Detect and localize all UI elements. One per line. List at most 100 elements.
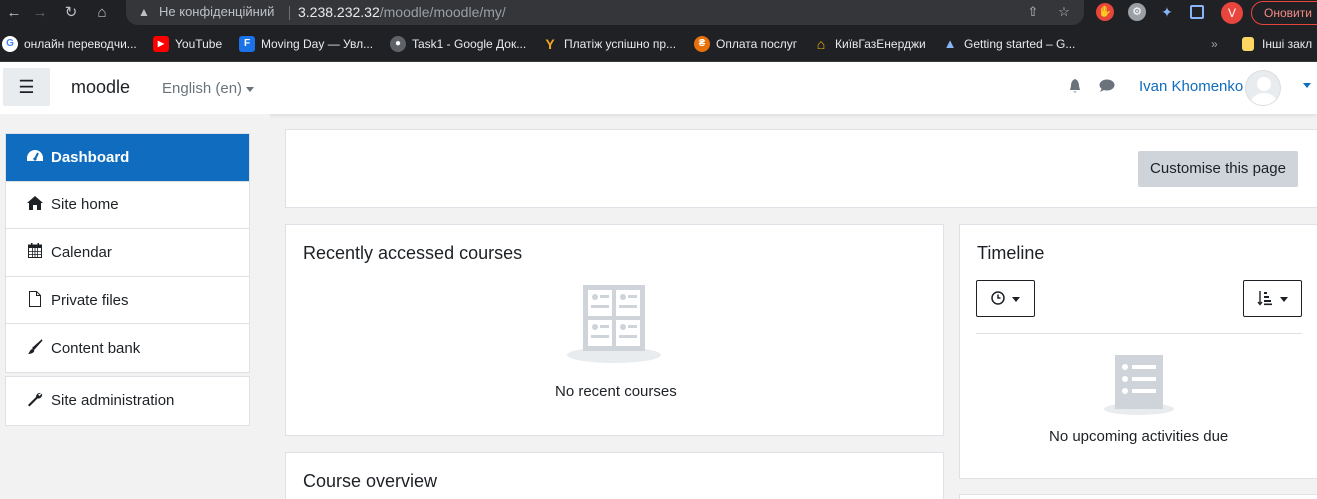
sidebar-item-dashboard[interactable]: Dashboard: [6, 134, 249, 182]
courses-empty-icon: [566, 283, 666, 370]
language-menu[interactable]: English (en): [162, 80, 255, 97]
folder-icon: [1242, 37, 1254, 51]
dashboard-icon: [26, 149, 44, 165]
y-logo-icon: Y: [545, 36, 555, 52]
drawer-toggle-button[interactable]: ☰: [3, 68, 50, 106]
bell-icon[interactable]: [1066, 79, 1084, 97]
timeline-divider: [976, 333, 1302, 334]
browser-toolbar: ← → ↻ ⌂ ▲ Не конфіденційний 3.238.232.32…: [0, 0, 1317, 26]
youtube-icon: ▶: [153, 36, 169, 52]
moodle-navbar: ☰ moodle English (en) Ivan Khomenko: [0, 62, 1317, 114]
bookmark-label: Moving Day — Увл...: [261, 37, 374, 51]
bookmark-label: онлайн переводчи...: [24, 37, 137, 51]
home-icon: [26, 196, 44, 213]
course-overview-block: Course overview: [285, 452, 944, 499]
not-secure-label[interactable]: Не конфіденційний: [159, 4, 274, 19]
back-icon[interactable]: ←: [4, 3, 24, 23]
sidebar-item-private-files[interactable]: Private files: [6, 277, 249, 325]
bookmarks-overflow-icon[interactable]: »: [1211, 34, 1218, 54]
sidebar-item-calendar[interactable]: Calendar: [6, 229, 249, 277]
bookmark-item[interactable]: G онлайн переводчи...: [2, 34, 137, 54]
chevron-down-icon: [1280, 296, 1289, 302]
course-overview-title: Course overview: [303, 471, 438, 491]
no-upcoming-activities-text: No upcoming activities due: [1049, 428, 1229, 445]
address-bar[interactable]: ▲ Не конфіденційний 3.238.232.32/moodle/…: [126, 0, 1084, 25]
timeline-filter-dropdown[interactable]: [976, 280, 1035, 317]
calendar-block-edge: [959, 494, 1317, 499]
file-icon: [26, 290, 44, 310]
sidebar-item-site-home[interactable]: Site home: [6, 182, 249, 230]
recent-courses-title: Recently accessed courses: [303, 243, 523, 263]
sidebar-item-label: Calendar: [51, 243, 112, 261]
bookmark-label: Task1 - Google Док...: [412, 37, 527, 51]
user-name[interactable]: Ivan Khomenko: [1139, 78, 1243, 95]
paintbrush-icon: [26, 339, 44, 358]
f-logo-icon: F: [239, 36, 255, 52]
bookmark-item[interactable]: F Moving Day — Увл...: [239, 34, 373, 54]
customise-page-button[interactable]: Customise this page: [1138, 151, 1298, 187]
hamburger-icon: ☰: [18, 77, 35, 97]
avatar-head: [1257, 77, 1271, 91]
bookmarks-bar: G онлайн переводчи... ▶ YouTube F Moving…: [0, 26, 1317, 62]
url-text[interactable]: 3.238.232.32/moodle/moodle/my/: [298, 4, 506, 20]
sort-icon: [1257, 290, 1277, 306]
warning-icon[interactable]: ▲: [136, 4, 152, 20]
page-header-card: Customise this page: [285, 129, 1317, 208]
update-button[interactable]: Оновити: [1251, 1, 1317, 25]
bookmark-item[interactable]: ⌂ КиївГазЕнерджи: [813, 34, 926, 54]
extensions-puzzle-icon[interactable]: ✦: [1158, 3, 1176, 21]
google-icon: G: [2, 36, 18, 52]
reload-icon[interactable]: ↻: [61, 3, 81, 23]
wrench-icon: [26, 391, 44, 410]
sidebar-item-label: Site administration: [51, 392, 175, 410]
share-icon[interactable]: ⇧: [1024, 3, 1042, 21]
url-path: /moodle/moodle/my/: [379, 4, 506, 20]
activities-empty-icon: [1103, 353, 1177, 422]
site-brand[interactable]: moodle: [71, 77, 130, 98]
user-menu-caret-icon[interactable]: [1303, 83, 1311, 88]
bookmark-item[interactable]: ▲ Getting started – G...: [942, 34, 1076, 54]
url-host: 3.238.232.32: [298, 4, 380, 20]
graduation-cap-icon: ▲: [943, 36, 957, 51]
other-bookmarks-folder[interactable]: Інші закл: [1242, 34, 1312, 54]
calendar-icon: [26, 243, 44, 261]
other-bookmarks-label: Інші закл: [1262, 37, 1313, 51]
sidebar-item-label: Private files: [51, 291, 129, 309]
timeline-title: Timeline: [977, 243, 1045, 263]
profile-avatar[interactable]: V: [1221, 2, 1243, 24]
timeline-block: Timeline No upcoming activities due: [959, 224, 1317, 479]
globe-icon: ●: [390, 36, 406, 52]
admin-nav-list: Site administration: [5, 376, 250, 426]
bookmark-item[interactable]: ● Task1 - Google Док...: [390, 34, 526, 54]
bookmark-item[interactable]: Y Платіж успішно пр...: [542, 34, 676, 54]
extension-gear-icon[interactable]: ⚙: [1128, 3, 1146, 21]
bookmark-item[interactable]: ▶ YouTube: [153, 34, 222, 54]
bookmark-star-icon[interactable]: ☆: [1055, 3, 1073, 21]
house-icon: ⌂: [816, 36, 826, 52]
timeline-sort-dropdown[interactable]: [1243, 280, 1302, 317]
bookmark-item[interactable]: ₴ Оплата послуг: [694, 34, 797, 54]
address-divider: [289, 6, 290, 20]
clock-icon: [990, 290, 1009, 306]
payment-icon: ₴: [694, 36, 710, 52]
bookmark-label: КиївГазЕнерджи: [835, 37, 926, 51]
ad-blocker-extension-icon[interactable]: ✋: [1096, 3, 1114, 21]
language-label: English (en): [162, 80, 243, 97]
avatar[interactable]: [1245, 70, 1281, 106]
home-icon[interactable]: ⌂: [92, 3, 112, 23]
chevron-down-icon: [246, 86, 255, 92]
sidebar-item-label: Dashboard: [51, 148, 130, 166]
message-bubble-icon[interactable]: [1098, 79, 1116, 97]
bookmark-label: Платіж успішно пр...: [564, 37, 677, 51]
side-panel-icon[interactable]: [1190, 5, 1204, 19]
bookmark-label: Оплата послуг: [716, 37, 798, 51]
sidebar-item-site-administration[interactable]: Site administration: [6, 377, 249, 425]
bookmark-label: YouTube: [175, 37, 223, 51]
sidebar-item-content-bank[interactable]: Content bank: [6, 324, 249, 372]
forward-icon[interactable]: →: [30, 3, 50, 23]
recent-courses-block: Recently accessed courses No recent cour…: [285, 224, 944, 436]
sidebar-item-label: Content bank: [51, 339, 141, 357]
chevron-down-icon: [1012, 296, 1021, 302]
main-nav-list: Dashboard Site home Calendar Private fil…: [5, 133, 250, 373]
bookmark-label: Getting started – G...: [964, 37, 1076, 51]
